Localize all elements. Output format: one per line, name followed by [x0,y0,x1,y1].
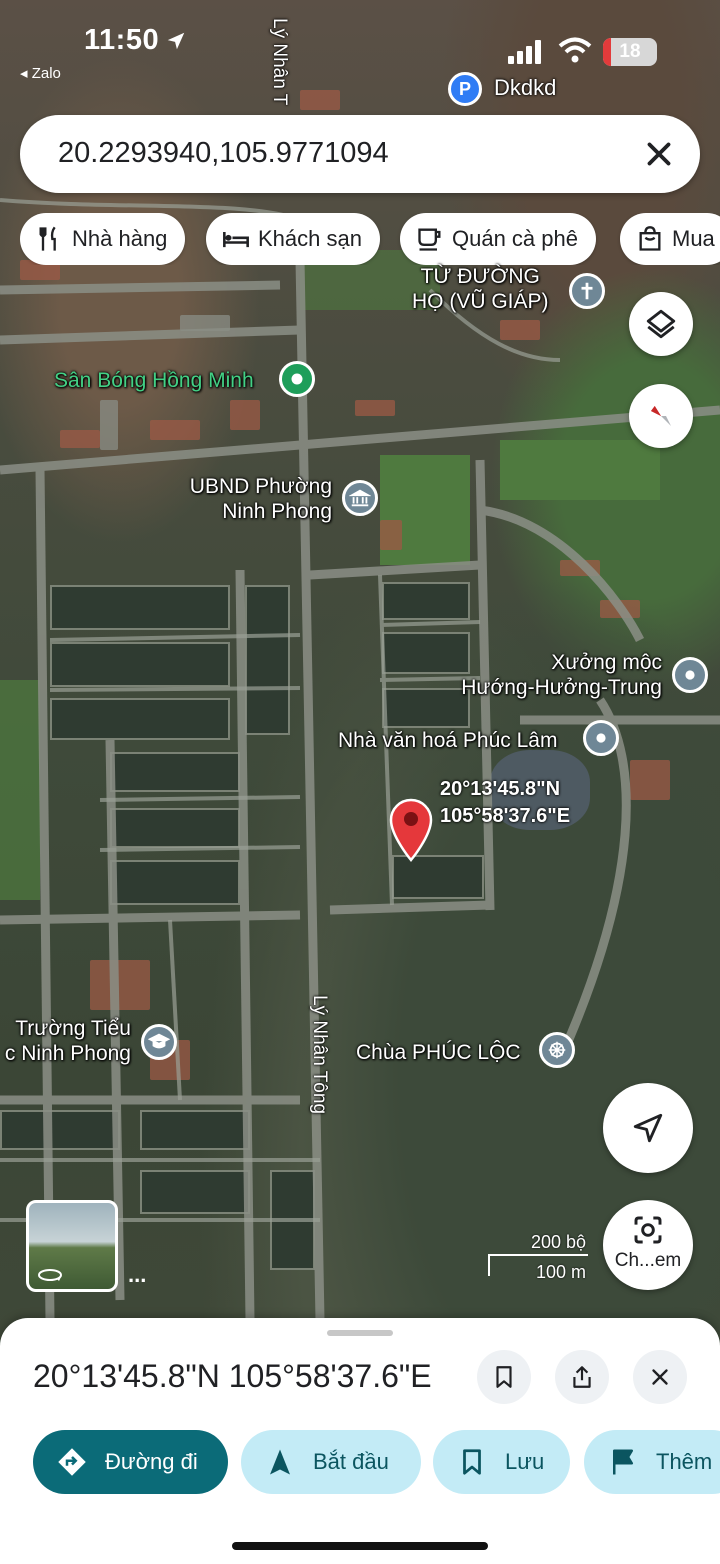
parking-place-icon[interactable]: P [448,72,482,106]
directions-label: Đường đi [105,1449,198,1474]
share-button[interactable] [555,1350,609,1404]
government-building-icon[interactable] [342,480,378,516]
hotel-icon [223,232,249,248]
start-button[interactable]: Bắt đầu [241,1430,421,1494]
directions-icon [58,1448,86,1476]
place-marker-icon[interactable] [672,657,708,693]
back-to-app-link[interactable]: ◂ Zalo [20,64,61,82]
chip-label: Nhà hàng [72,226,168,251]
restaurant-icon [39,226,56,251]
school-icon[interactable] [141,1024,177,1060]
street-label: Lý Nhân Tông [309,995,330,1115]
place-title: 20°13'45.8"N 105°58'37.6"E [33,1358,432,1394]
chip-restaurants[interactable]: Nhà hàng [20,213,186,265]
more-button[interactable]: Thêm [584,1430,720,1494]
pagoda-icon[interactable] [539,1032,575,1068]
pin-longitude: 105°58'37.6"E [440,805,571,827]
layers-icon [646,309,676,339]
place-label-pagoda[interactable]: Chùa PHÚC LỘC [356,1040,521,1065]
flag-icon [613,1449,633,1475]
place-label-stadium[interactable]: Sân Bóng Hồng Minh [54,368,254,393]
location-arrow-icon [167,32,185,50]
place-bottom-sheet[interactable]: 20°13'45.8"N 105°58'37.6"E Đường đi Bắt … [0,1318,720,1564]
close-icon [652,1369,668,1385]
stadium-icon[interactable] [279,361,315,397]
more-label: Thêm [656,1449,713,1474]
chip-hotels[interactable]: Khách sạn [206,213,380,265]
share-icon [573,1366,591,1388]
bookmark-icon [463,1449,481,1475]
pin-coordinates-label: 20°13'45.8"N 105°58'37.6"E [440,776,570,830]
navigation-arrow-icon [270,1449,290,1475]
directions-button[interactable]: Đường đi [33,1430,228,1494]
street-label: Lý Nhân T [269,18,290,106]
compass-button[interactable] [629,384,693,448]
shopping-bag-icon [639,226,661,251]
status-bar: 11:50 ◂ Zalo 18 [0,0,720,110]
bookmark-icon [496,1366,512,1388]
chip-label: Khách sạn [258,226,362,251]
compass-icon [651,406,671,426]
church-icon[interactable] [569,273,605,309]
my-location-button[interactable] [603,1083,693,1173]
chip-label: Quán cà phê [452,226,578,251]
clock: 11:50 [84,24,160,56]
dropped-pin-icon[interactable] [388,798,434,862]
street-view-thumbnail[interactable] [26,1200,118,1292]
chip-label: Mua [672,226,715,251]
chip-shopping[interactable]: Mua [620,213,720,265]
place-marker-icon[interactable] [583,720,619,756]
layers-button[interactable] [629,292,693,356]
search-bar[interactable]: 20.2293940,105.9771094 [20,115,700,193]
more-dots-icon: ... [128,1262,147,1287]
search-input[interactable]: 20.2293940,105.9771094 [58,137,389,170]
cellular-signal-icon [508,40,541,64]
chip-coffee[interactable]: Quán cà phê [400,213,596,265]
lens-label: Ch...em [614,1250,682,1271]
place-label-culture-house[interactable]: Nhà văn hoá Phúc Lâm [338,728,557,753]
drag-handle[interactable] [327,1330,393,1336]
start-label: Bắt đầu [313,1449,389,1474]
save-action-button[interactable]: Lưu [433,1430,570,1494]
save-button[interactable] [477,1350,531,1404]
place-label-church[interactable]: TỪ ĐƯỜNG HỌ (VŨ GIÁP) [412,264,549,314]
place-label-ubnd[interactable]: UBND Phường Ninh Phong [180,474,332,524]
place-label-school[interactable]: Trường Tiểu c Ninh Phong [0,1016,131,1066]
place-label-dkdkd[interactable]: Dkdkd [494,75,556,101]
map-scale: 200 bộ 100 m [488,1232,588,1282]
category-chips: Nhà hàng Khách sạn Quán cà phê Mua [20,213,720,265]
close-icon[interactable] [640,135,678,173]
camera-lens-icon [634,1216,662,1244]
scale-label-bottom: 100 m [535,1262,586,1282]
pin-latitude: 20°13'45.8"N [440,778,561,800]
360-view-icon [38,1269,62,1281]
lens-button[interactable]: Ch...em [603,1200,693,1290]
place-label-workshop[interactable]: Xưởng mộc Hướng-Hưởng-Trung [430,650,662,700]
battery-indicator: 18 [603,38,657,66]
wifi-icon [558,37,592,63]
home-indicator[interactable] [232,1542,488,1550]
save-label: Lưu [505,1449,545,1474]
coffee-icon [418,228,441,251]
navigation-arrow-icon [633,1113,663,1143]
close-sheet-button[interactable] [633,1350,687,1404]
scale-label-top: 200 bộ [530,1232,586,1252]
